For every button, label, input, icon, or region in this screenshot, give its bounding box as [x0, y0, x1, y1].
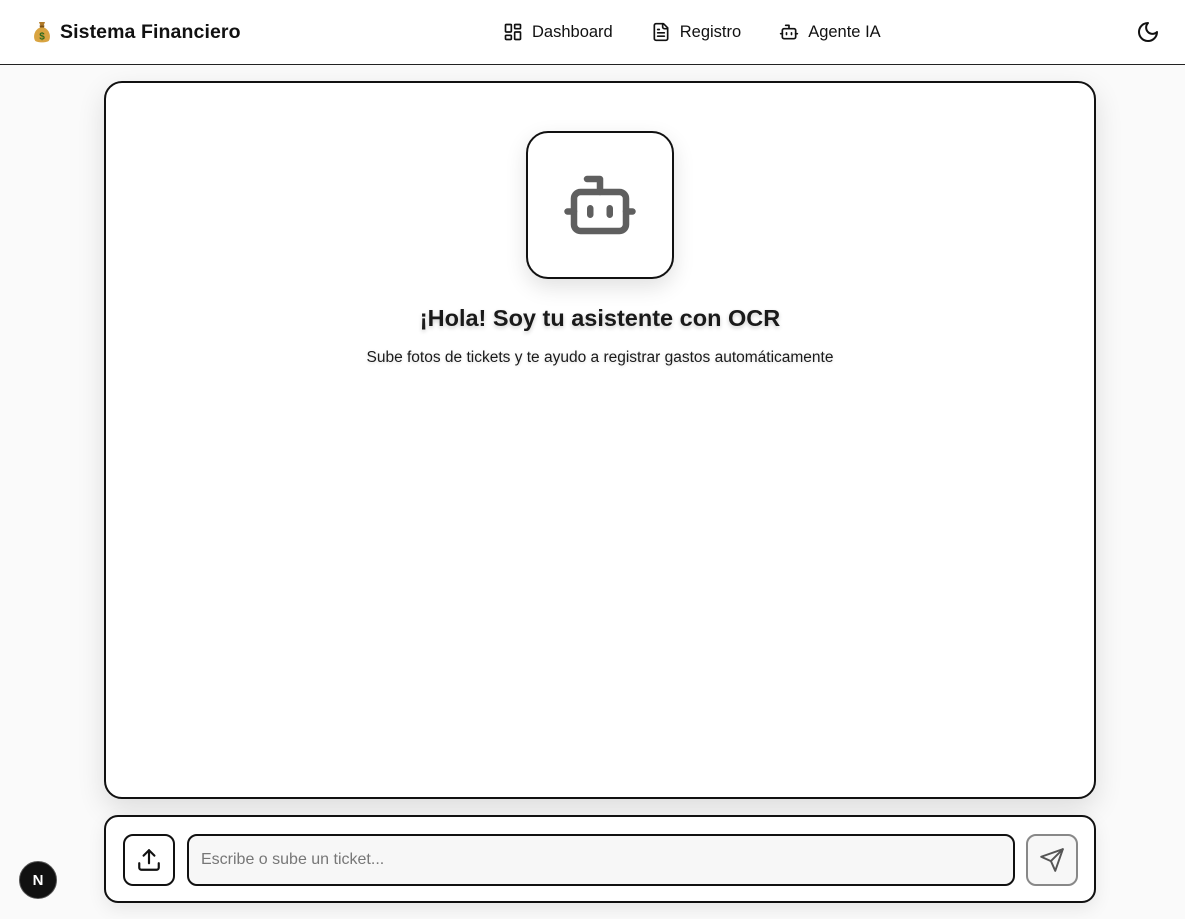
bot-icon: [780, 24, 799, 40]
top-navbar: $ Sistema Financiero Dashboard Registro: [0, 0, 1185, 65]
chat-panel: ¡Hola! Soy tu asistente con OCR Sube fot…: [104, 81, 1096, 799]
nav-item-registro[interactable]: Registro: [651, 22, 741, 42]
moon-icon: [1138, 22, 1158, 42]
brand[interactable]: $ Sistema Financiero: [32, 19, 241, 45]
nav-item-label: Dashboard: [532, 22, 613, 41]
welcome-subtitle: Sube fotos de tickets y te ayudo a regis…: [366, 349, 834, 366]
dev-indicator-badge[interactable]: N: [19, 861, 57, 899]
bot-icon: [564, 175, 636, 235]
nav-item-label: Registro: [679, 22, 742, 41]
svg-text:$: $: [39, 32, 45, 43]
nav-item-dashboard[interactable]: Dashboard: [503, 22, 613, 42]
send-button[interactable]: [1026, 834, 1078, 886]
assistant-avatar: [526, 131, 674, 279]
layout-dashboard-icon: [504, 23, 522, 41]
money-bag-icon: $: [34, 22, 50, 43]
dev-indicator-letter: N: [32, 871, 44, 889]
message-input[interactable]: [187, 834, 1015, 886]
welcome-title: ¡Hola! Soy tu asistente con OCR: [419, 305, 781, 331]
send-icon: [1040, 848, 1064, 872]
main-nav: Dashboard Registro Agente IA: [503, 20, 881, 44]
message-composer: [104, 815, 1096, 903]
upload-icon: [138, 849, 160, 871]
file-text-icon: [653, 22, 669, 42]
upload-ticket-button[interactable]: [123, 834, 175, 886]
theme-toggle-button[interactable]: [1136, 20, 1160, 44]
nav-item-label: Agente IA: [808, 22, 881, 41]
nav-item-agente-ia[interactable]: Agente IA: [779, 22, 881, 42]
app-title: Sistema Financiero: [60, 20, 241, 43]
